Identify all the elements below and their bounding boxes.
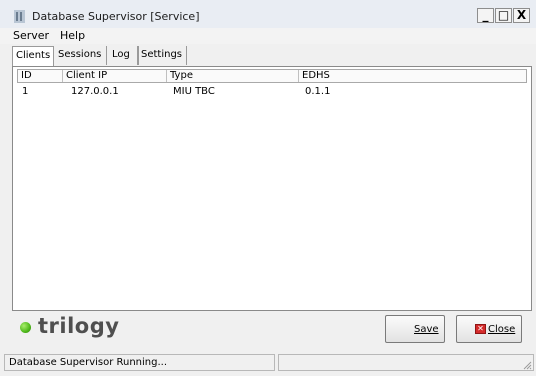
clients-panel: ID Client IP Type EDHS 1 127.0.0.1 MIU T… [12, 66, 532, 311]
window-title: Database Supervisor [Service] [32, 10, 200, 23]
menu-bar: Server Help [0, 28, 536, 44]
column-header-client-ip[interactable]: Client IP [63, 70, 167, 82]
tab-sessions[interactable]: Sessions [55, 46, 107, 65]
title-bar[interactable]: Database Supervisor [Service] _ □ X [0, 0, 536, 30]
close-icon: ✕ [475, 324, 486, 334]
cell-client-ip: 127.0.0.1 [71, 86, 119, 97]
clients-table-header: ID Client IP Type EDHS [17, 69, 527, 83]
tab-log[interactable]: Log [109, 46, 139, 65]
close-window-button[interactable]: X [513, 8, 530, 23]
app-icon [14, 10, 25, 23]
minimize-button[interactable]: _ [477, 8, 494, 23]
main-window: Database Supervisor [Service] _ □ X Serv… [0, 0, 536, 376]
cell-edhs: 0.1.1 [305, 86, 331, 97]
status-panel [278, 354, 534, 371]
column-header-edhs[interactable]: EDHS [299, 70, 526, 82]
resize-grip-icon[interactable] [523, 361, 532, 370]
save-button[interactable]: Save [385, 315, 445, 343]
status-dot-icon [20, 322, 31, 333]
save-button-label: Save [414, 324, 439, 335]
cell-id: 1 [22, 86, 29, 97]
column-header-type[interactable]: Type [167, 70, 299, 82]
menu-help[interactable]: Help [60, 29, 85, 42]
tab-clients[interactable]: Clients [12, 46, 54, 66]
close-button[interactable]: ✕ Close [456, 315, 522, 343]
status-text: Database Supervisor Running... [4, 354, 275, 371]
status-bar: Database Supervisor Running... [4, 354, 534, 372]
column-header-id[interactable]: ID [18, 70, 63, 82]
table-row[interactable]: 1 127.0.0.1 MIU TBC 0.1.1 [17, 85, 527, 99]
maximize-button[interactable]: □ [495, 8, 512, 23]
cell-type: MIU TBC [173, 86, 215, 97]
trilogy-logo: trilogy [38, 314, 120, 338]
close-button-label: Close [488, 324, 516, 335]
menu-server[interactable]: Server [13, 29, 49, 42]
tab-settings[interactable]: Settings [137, 46, 187, 65]
